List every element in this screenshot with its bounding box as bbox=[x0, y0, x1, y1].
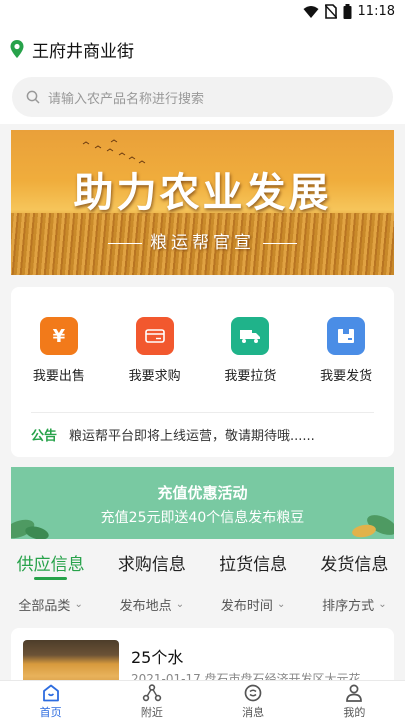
search-area: 请输入农产品名称进行搜索 bbox=[0, 72, 405, 124]
card-icon bbox=[135, 317, 174, 355]
nav-messages[interactable]: 消息 bbox=[203, 681, 304, 720]
filter-label: 全部品类 bbox=[18, 598, 71, 614]
action-purchase[interactable]: 我要求购 bbox=[107, 317, 203, 384]
nav-profile[interactable]: 我的 bbox=[304, 681, 405, 720]
banner-subtitle: 粮运帮官宣 bbox=[11, 228, 394, 253]
filter-label: 发布时间 bbox=[220, 598, 273, 614]
recharge-promo[interactable]: 充值优惠活动 充值25元即送40个信息发布粮豆 bbox=[11, 467, 394, 539]
action-sell[interactable]: ¥ 我要出售 bbox=[11, 317, 107, 384]
action-label: 我要出售 bbox=[32, 369, 85, 384]
nav-label: 附近 bbox=[140, 706, 163, 719]
announcement-tag: 公告 bbox=[31, 429, 58, 444]
listing-title: 25个水 bbox=[131, 648, 184, 667]
nav-label: 消息 bbox=[242, 706, 265, 719]
promo-title: 充值优惠活动 bbox=[157, 484, 248, 502]
location-pin-icon bbox=[10, 40, 24, 58]
filter-sort[interactable]: 排序方式 ⌄ bbox=[304, 586, 405, 622]
announcement-text: 粮运帮平台即将上线运营，敬请期待哦...... bbox=[69, 429, 315, 444]
yen-icon: ¥ bbox=[39, 317, 78, 355]
action-haul[interactable]: 我要拉货 bbox=[203, 317, 299, 384]
bottom-navigation: 首页 附近 消息 我的 bbox=[0, 680, 405, 720]
filter-time[interactable]: 发布时间 ⌄ bbox=[203, 586, 304, 622]
chevron-down-icon: ⌄ bbox=[276, 598, 286, 610]
home-icon bbox=[42, 684, 59, 702]
nav-label: 我的 bbox=[343, 706, 366, 719]
search-placeholder: 请输入农产品名称进行搜索 bbox=[48, 91, 205, 107]
filter-location[interactable]: 发布地点 ⌄ bbox=[101, 586, 202, 622]
chevron-down-icon: ⌄ bbox=[175, 598, 185, 610]
filter-bar: 全部品类 ⌄ 发布地点 ⌄ 发布时间 ⌄ 排序方式 ⌄ bbox=[0, 586, 405, 622]
action-label: 我要拉货 bbox=[224, 369, 277, 384]
action-ship[interactable]: 我要发货 bbox=[298, 317, 394, 384]
profile-icon bbox=[346, 684, 363, 702]
filter-label: 发布地点 bbox=[119, 598, 172, 614]
quick-actions: ¥ 我要出售 我要求购 我要拉货 我要发货 bbox=[11, 317, 394, 384]
tab-supply[interactable]: 供应信息 bbox=[0, 540, 101, 582]
banner-headline: 助力农业发展 bbox=[73, 169, 332, 216]
announcement[interactable]: 公告 粮运帮平台即将上线运营，敬请期待哦...... bbox=[31, 425, 315, 444]
tab-ship[interactable]: 发货信息 bbox=[304, 540, 405, 582]
chevron-down-icon: ⌄ bbox=[74, 598, 83, 610]
action-label: 我要发货 bbox=[320, 369, 373, 384]
location-name: 王府井商业街 bbox=[32, 41, 134, 62]
box-icon bbox=[327, 317, 366, 355]
filter-label: 排序方式 bbox=[322, 598, 375, 614]
status-time: 11:18 bbox=[357, 4, 395, 19]
status-bar: 11:18 bbox=[0, 0, 405, 26]
nearby-icon bbox=[142, 684, 162, 702]
battery-icon bbox=[343, 4, 352, 19]
search-icon bbox=[26, 90, 40, 104]
location-bar[interactable]: 王府井商业街 bbox=[0, 26, 405, 72]
truck-icon bbox=[231, 317, 270, 355]
filter-category[interactable]: 全部品类 ⌄ bbox=[0, 586, 101, 622]
chevron-down-icon: ⌄ bbox=[378, 598, 387, 610]
nav-label: 首页 bbox=[39, 706, 62, 719]
action-label: 我要求购 bbox=[128, 369, 181, 384]
quick-actions-card: ¥ 我要出售 我要求购 我要拉货 我要发货 公告 粮运帮平台即将上线运营，敬请期… bbox=[11, 287, 394, 457]
message-icon bbox=[244, 684, 262, 702]
status-icons: 11:18 bbox=[303, 4, 395, 19]
no-sim-icon bbox=[324, 4, 337, 19]
card-divider bbox=[31, 412, 374, 413]
list-item[interactable]: 25个水 2021-01-17 盘石市盘石经济开发区大元花 bbox=[11, 628, 394, 688]
promo-description: 充值25元即送40个信息发布粮豆 bbox=[100, 510, 305, 526]
promo-banner[interactable]: 助力农业发展 粮运帮官宣 bbox=[11, 130, 394, 275]
wifi-icon bbox=[303, 5, 319, 18]
tab-purchase[interactable]: 求购信息 bbox=[101, 540, 202, 582]
search-input[interactable]: 请输入农产品名称进行搜索 bbox=[12, 77, 393, 117]
nav-nearby[interactable]: 附近 bbox=[101, 681, 202, 720]
info-tabs: 供应信息 求购信息 拉货信息 发货信息 bbox=[0, 540, 405, 582]
nav-home[interactable]: 首页 bbox=[0, 681, 101, 720]
tab-haul[interactable]: 拉货信息 bbox=[203, 540, 304, 582]
